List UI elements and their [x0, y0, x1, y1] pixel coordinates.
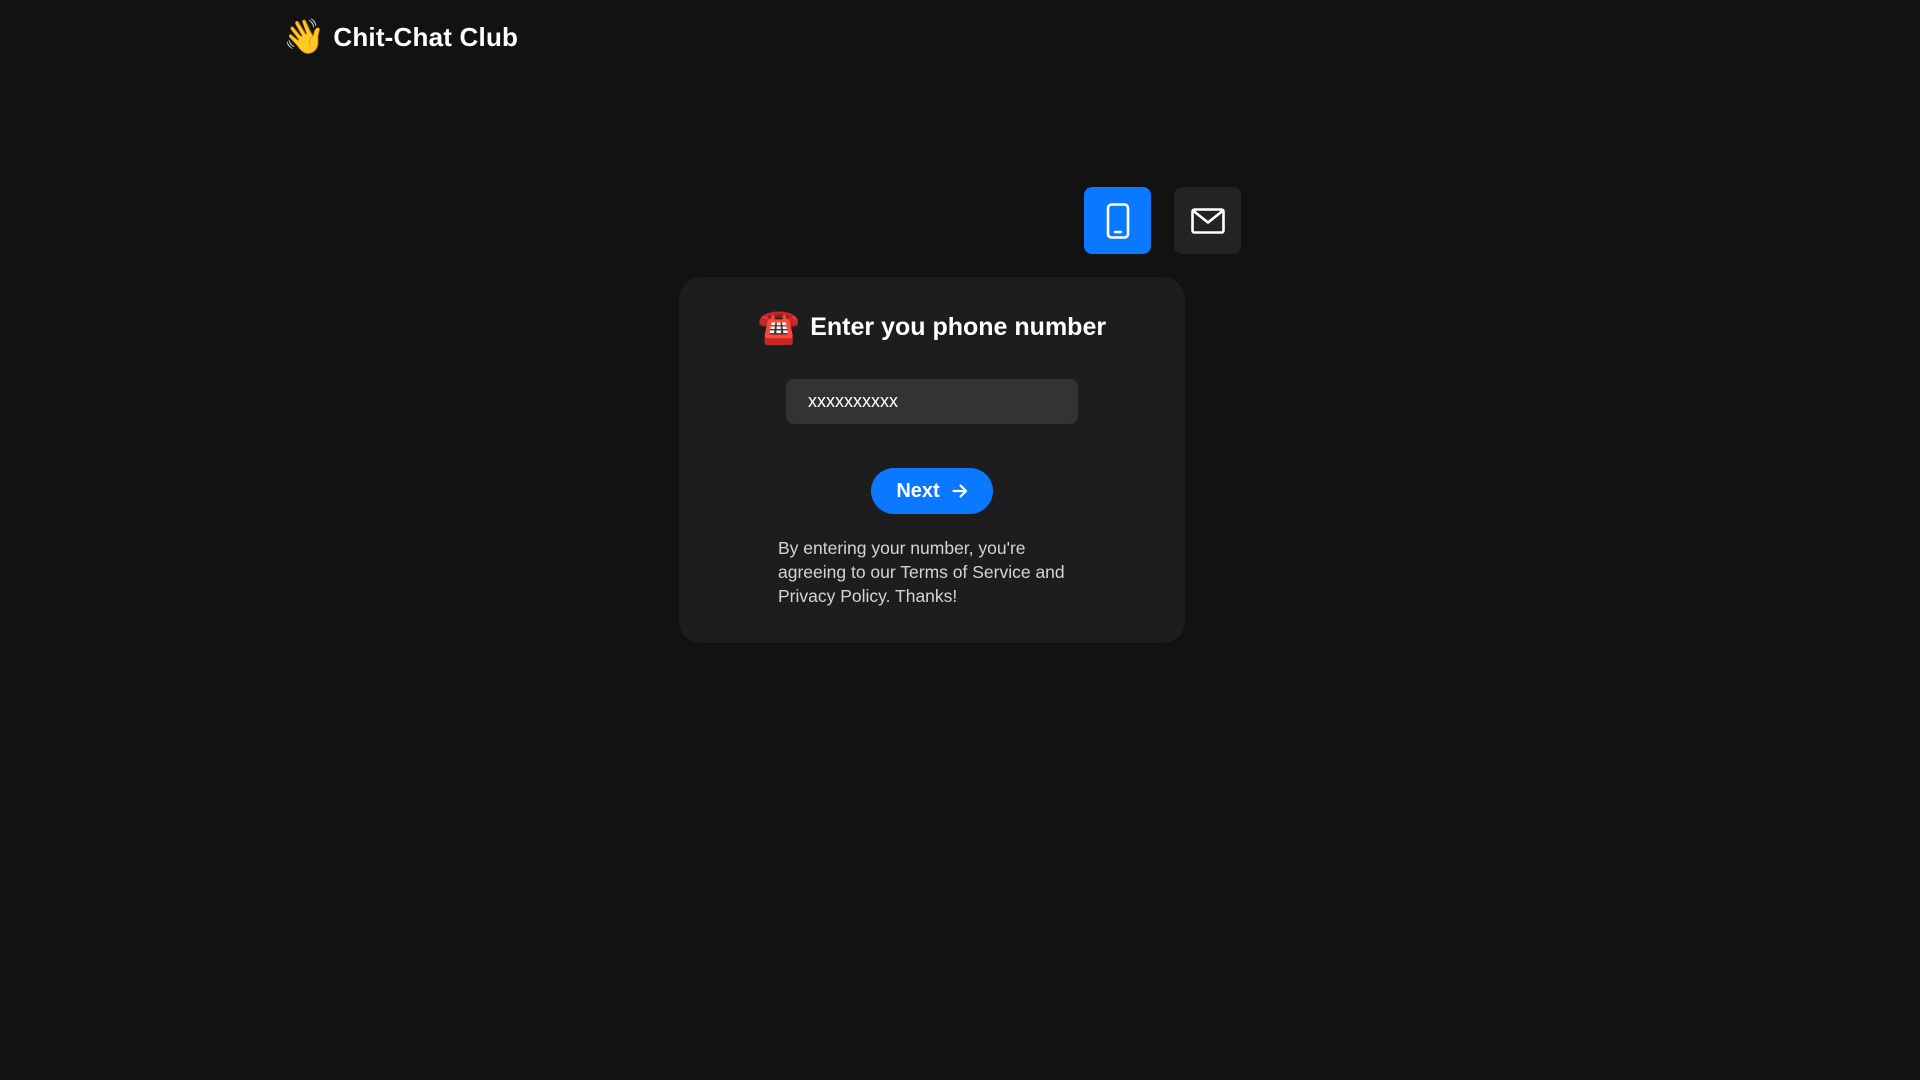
- app-header: 👋 Chit-Chat Club: [283, 20, 518, 54]
- smartphone-icon: [1106, 202, 1129, 239]
- arrow-right-icon: [952, 484, 967, 498]
- legal-notice: By entering your number, you're agreeing…: [778, 538, 1065, 606]
- waving-hand-icon: 👋: [283, 18, 326, 56]
- card-heading: ☎️ Enter you phone number: [679, 310, 1185, 344]
- mail-icon: [1190, 207, 1225, 234]
- app-title[interactable]: Chit-Chat Club: [333, 22, 518, 53]
- next-button[interactable]: Next: [871, 468, 993, 514]
- phone-number-input[interactable]: [786, 379, 1078, 424]
- phone-signin-card: ☎️ Enter you phone number Next By enteri…: [679, 277, 1185, 643]
- email-mode-button[interactable]: [1174, 187, 1241, 254]
- telephone-icon: ☎️: [757, 308, 801, 346]
- next-button-label: Next: [896, 479, 940, 502]
- phone-mode-button[interactable]: [1084, 187, 1151, 254]
- card-title: Enter you phone number: [810, 312, 1107, 341]
- signin-method-switch: [1084, 187, 1241, 254]
